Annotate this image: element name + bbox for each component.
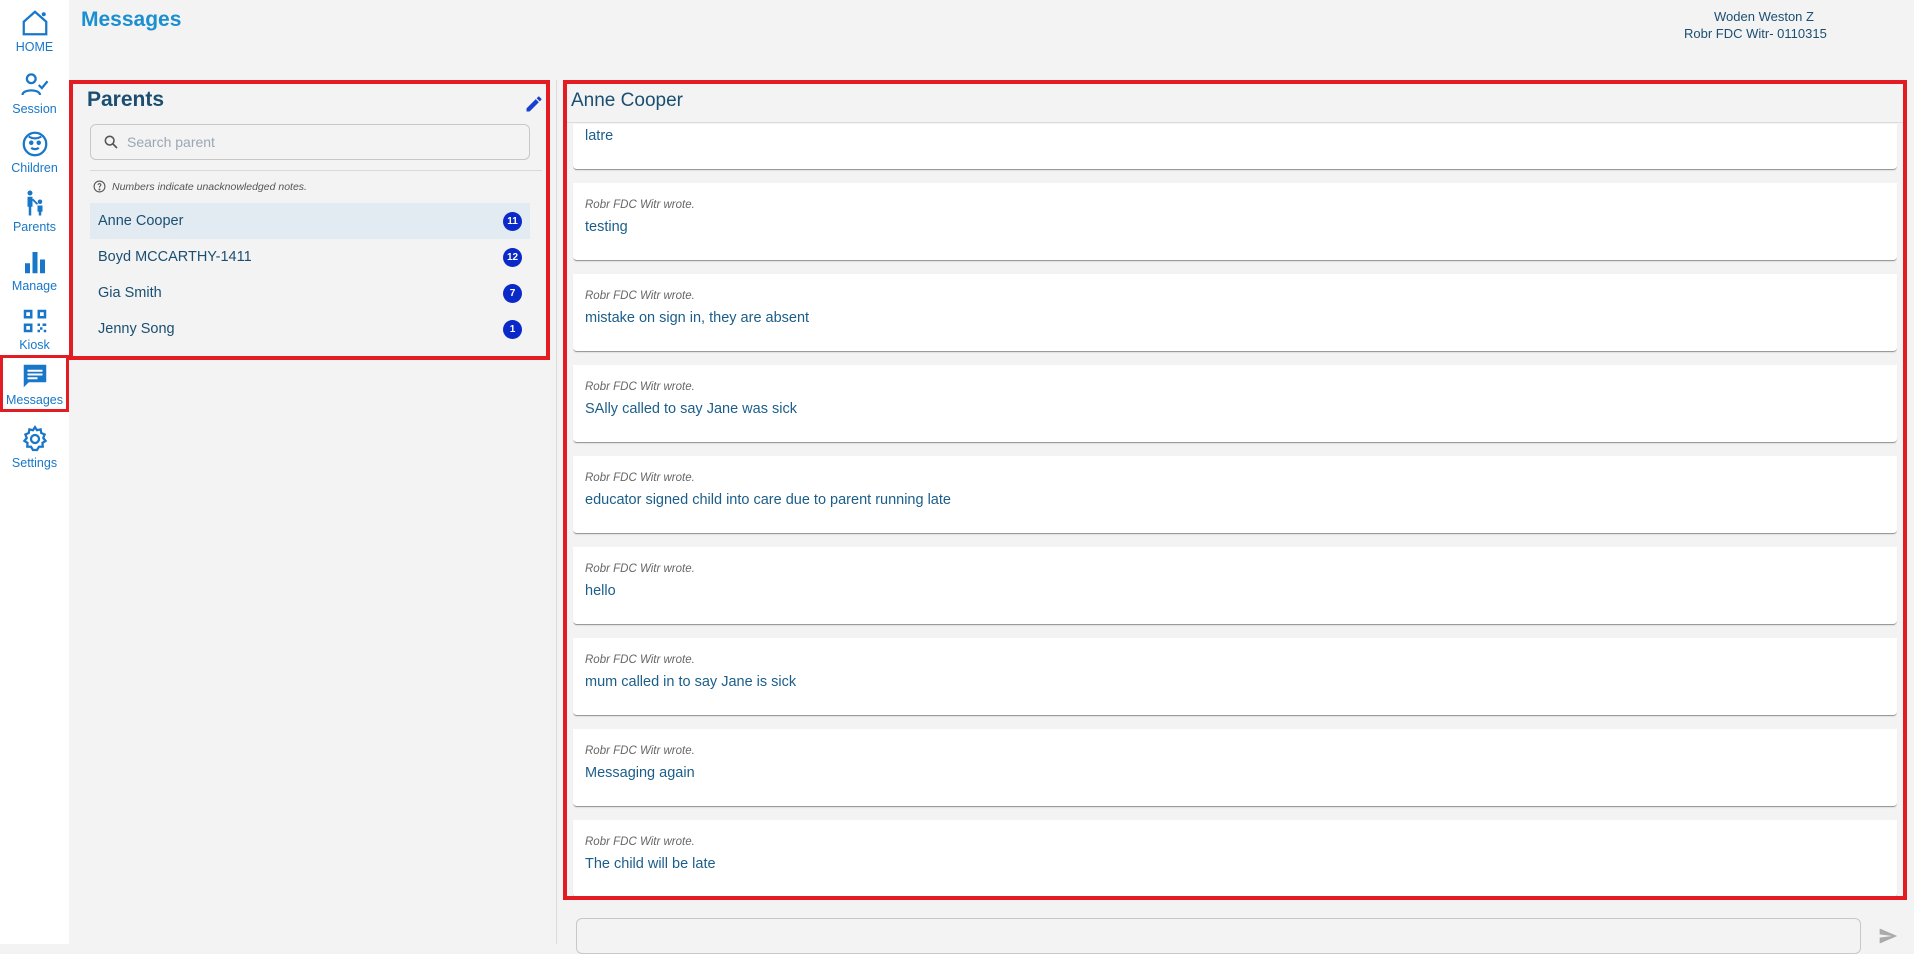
parents-title: Parents bbox=[87, 88, 165, 111]
compose-field[interactable] bbox=[576, 918, 1861, 954]
parent-child-icon bbox=[27, 190, 42, 216]
message-text: mistake on sign in, they are absent bbox=[585, 310, 810, 326]
nav-home[interactable]: HOME bbox=[0, 2, 69, 70]
search-icon bbox=[104, 135, 118, 149]
parent-list: Anne Cooper 11 Boyd MCCARTHY-1411 12 Gia… bbox=[90, 203, 530, 347]
nav-messages-label: Messages bbox=[6, 393, 63, 407]
parent-name: Jenny Song bbox=[98, 321, 175, 337]
search-parent-field[interactable] bbox=[90, 124, 530, 160]
nav-settings[interactable]: Settings bbox=[0, 418, 69, 486]
message-text: mum called in to say Jane is sick bbox=[585, 674, 797, 690]
gear-icon bbox=[22, 425, 47, 452]
send-icon[interactable] bbox=[1878, 926, 1898, 946]
parent-name: Gia Smith bbox=[98, 285, 162, 301]
parent-name: Boyd MCCARTHY-1411 bbox=[98, 249, 252, 265]
nav-parents[interactable]: Parents bbox=[0, 182, 69, 250]
nav-children[interactable]: Children bbox=[0, 123, 69, 191]
message-text: testing bbox=[585, 219, 628, 235]
parent-name: Anne Cooper bbox=[98, 213, 184, 229]
unacknowledged-count-badge: 12 bbox=[503, 247, 522, 267]
unacknowledged-hint: Numbers indicate unacknowledged notes. bbox=[93, 180, 307, 193]
parent-row[interactable]: Jenny Song 1 bbox=[90, 311, 530, 347]
user-info: Woden Weston Z Robr FDC Witr- 0110315 bbox=[1684, 8, 1914, 42]
qr-code-icon bbox=[23, 309, 46, 333]
message-author: Robr FDC Witr wrote. bbox=[585, 836, 695, 848]
message-text: The child will be late bbox=[585, 856, 716, 872]
message-author: Robr FDC Witr wrote. bbox=[585, 290, 695, 302]
nav-manage-label: Manage bbox=[11, 279, 58, 293]
unacknowledged-count-badge: 1 bbox=[503, 319, 522, 339]
nav-session-label: Session bbox=[12, 102, 57, 116]
unacknowledged-count-badge: 11 bbox=[503, 211, 522, 231]
nav-settings-label: Settings bbox=[11, 456, 58, 470]
message-card: Robr FDC Witr wrote. mistake on sign in,… bbox=[573, 274, 1897, 352]
hint-text: Numbers indicate unacknowledged notes. bbox=[112, 180, 307, 193]
conversation-title: Anne Cooper bbox=[571, 90, 683, 111]
nav-parents-label: Parents bbox=[12, 220, 57, 234]
user-location: Woden Weston Z bbox=[1714, 9, 1814, 24]
pencil-icon[interactable] bbox=[524, 94, 544, 114]
help-icon bbox=[93, 180, 106, 193]
message-author: Robr FDC Witr wrote. bbox=[585, 381, 695, 393]
message-card: Robr FDC Witr wrote. testing bbox=[573, 183, 1897, 261]
unacknowledged-count-badge: 7 bbox=[503, 283, 522, 303]
message-card: Robr FDC Witr wrote. hello bbox=[573, 547, 1897, 625]
page-title: Messages bbox=[81, 8, 182, 31]
nav-children-label: Children bbox=[11, 161, 58, 175]
message-author: Robr FDC Witr wrote. bbox=[585, 199, 695, 211]
message-author: Robr FDC Witr wrote. bbox=[585, 745, 695, 757]
message-list[interactable]: latre Robr FDC Witr wrote. testing Robr … bbox=[573, 124, 1897, 896]
home-icon bbox=[22, 10, 47, 36]
nav-home-label: HOME bbox=[15, 40, 54, 54]
message-card: Robr FDC Witr wrote. The child will be l… bbox=[573, 820, 1897, 896]
user-account: Robr FDC Witr- 0110315 bbox=[1684, 26, 1827, 41]
message-card: Robr FDC Witr wrote. educator signed chi… bbox=[573, 456, 1897, 534]
divider bbox=[90, 170, 542, 171]
message-text: hello bbox=[585, 583, 616, 599]
message-text: SAlly called to say Jane was sick bbox=[585, 401, 797, 417]
message-icon bbox=[23, 364, 46, 388]
message-card: Robr FDC Witr wrote. SAlly called to say… bbox=[573, 365, 1897, 443]
message-card: Robr FDC Witr wrote. Messaging again bbox=[573, 729, 1897, 807]
message-card: latre bbox=[573, 124, 1897, 170]
nav-session[interactable]: Session bbox=[0, 64, 69, 132]
message-text: Messaging again bbox=[585, 765, 695, 781]
side-nav: HOME Session Children Parents Manage Kio… bbox=[0, 0, 69, 944]
baby-face-icon bbox=[22, 131, 47, 157]
divider bbox=[567, 122, 1903, 123]
message-author: Robr FDC Witr wrote. bbox=[585, 654, 695, 666]
bar-chart-icon bbox=[24, 252, 45, 274]
parent-row[interactable]: Gia Smith 7 bbox=[90, 275, 530, 311]
message-card: Robr FDC Witr wrote. mum called in to sa… bbox=[573, 638, 1897, 716]
message-text: educator signed child into care due to p… bbox=[585, 492, 951, 508]
panel-divider bbox=[556, 80, 557, 944]
parent-row[interactable]: Boyd MCCARTHY-1411 12 bbox=[90, 239, 530, 275]
parent-row[interactable]: Anne Cooper 11 bbox=[90, 203, 530, 239]
nav-manage[interactable]: Manage bbox=[0, 241, 69, 309]
nav-messages[interactable]: Messages bbox=[0, 355, 69, 412]
search-input[interactable] bbox=[125, 133, 529, 151]
message-author: Robr FDC Witr wrote. bbox=[585, 472, 695, 484]
parents-panel: Parents Numbers indicate unacknowledged … bbox=[69, 80, 550, 360]
message-text: latre bbox=[585, 128, 614, 144]
conversation-panel: Anne Cooper latre Robr FDC Witr wrote. t… bbox=[563, 80, 1907, 900]
nav-kiosk-label: Kiosk bbox=[19, 338, 50, 352]
message-input[interactable] bbox=[577, 919, 1860, 953]
message-author: Robr FDC Witr wrote. bbox=[585, 563, 695, 575]
person-check-icon bbox=[20, 73, 48, 96]
